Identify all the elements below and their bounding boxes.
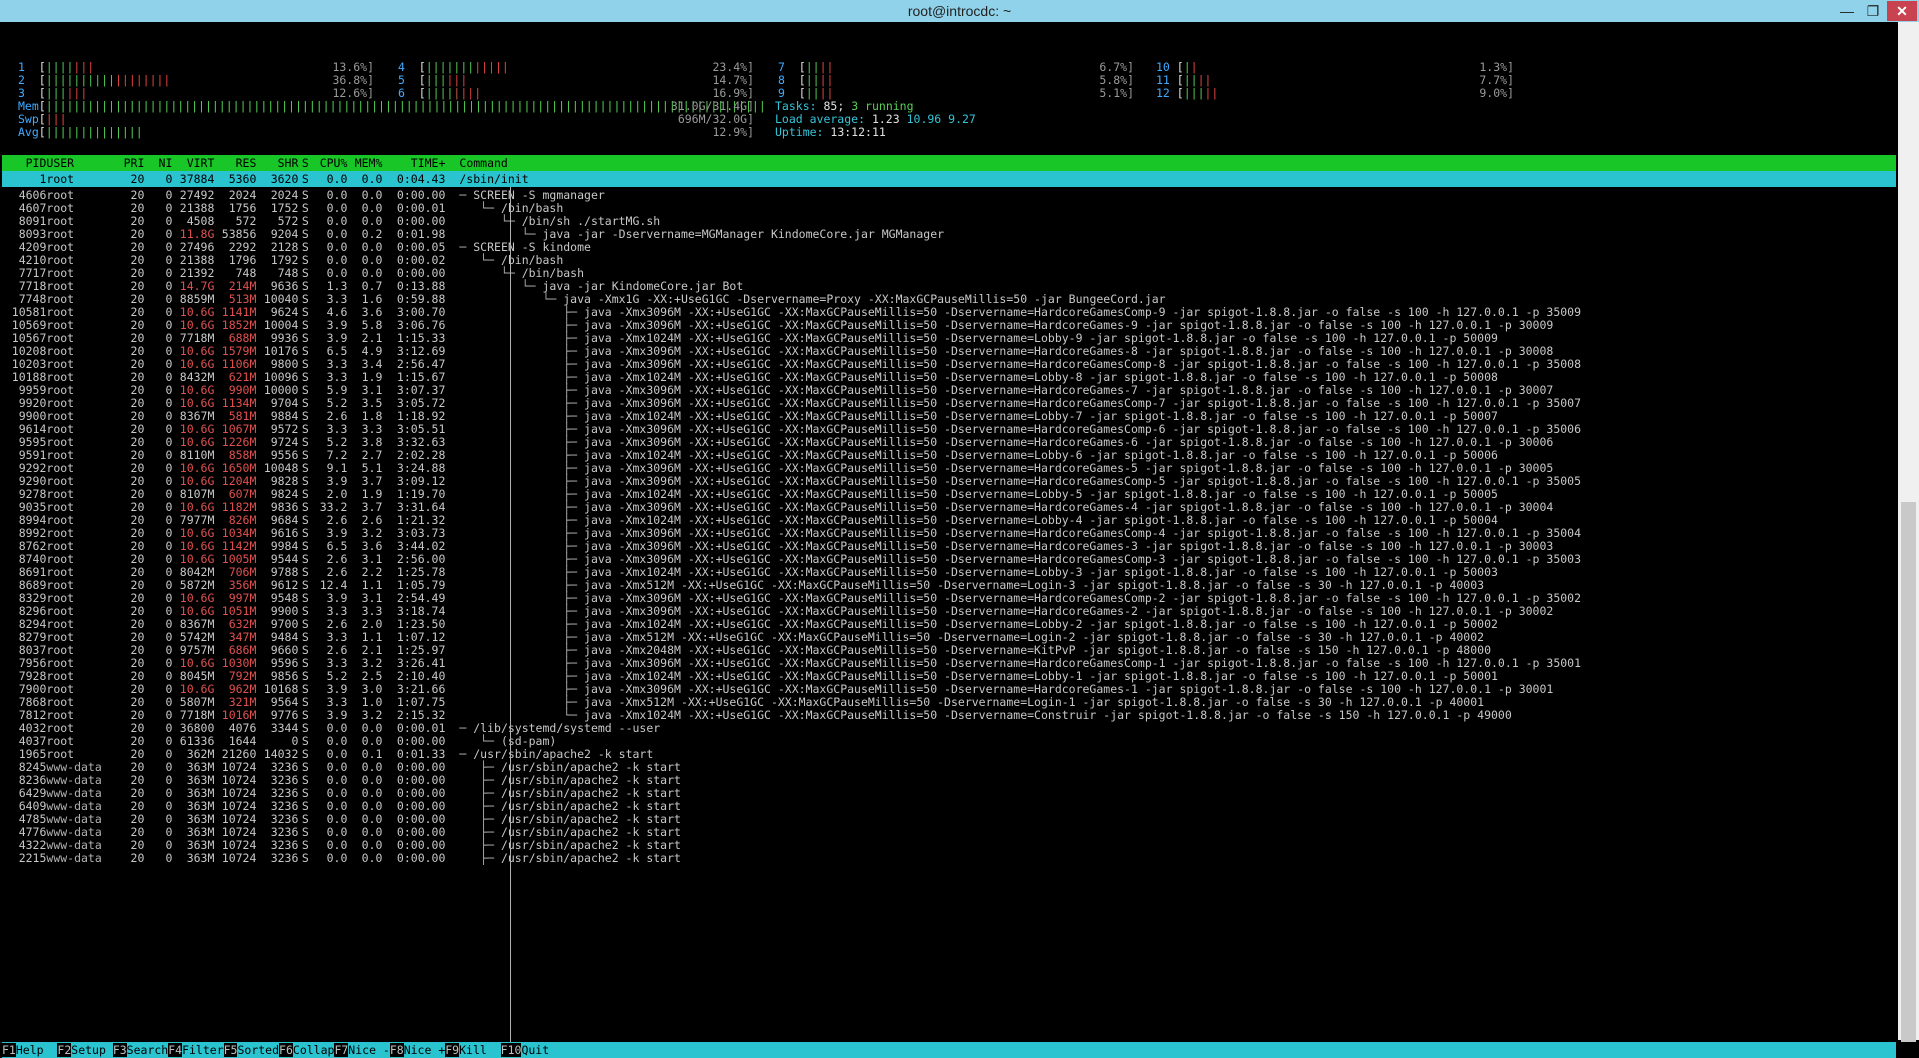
avg-meter: Avg[||||||||||||||: [18, 125, 143, 139]
uptime-info: Uptime: 13:12:11: [775, 124, 886, 140]
col-cpu: CPU%: [319, 156, 348, 170]
col-time: TIME+: [410, 156, 446, 170]
fkey-f5[interactable]: F5: [223, 1043, 238, 1057]
close-button[interactable]: ✕: [1887, 1, 1917, 21]
maximize-button[interactable]: ❐: [1861, 1, 1885, 21]
col-mem: MEM%: [354, 156, 383, 170]
col-pri: PRI: [123, 156, 145, 170]
col-shr: 3620: [270, 172, 299, 186]
fkey-label[interactable]: Sorted: [237, 1043, 279, 1057]
fkey-label[interactable]: Nice -: [348, 1043, 390, 1057]
process-row[interactable]: 2215www-data 20 0 363M 10724 3236 S 0.0 0.0 0:00.…: [2, 850, 1896, 866]
avg-bars: ||||||||||||||: [45, 125, 143, 139]
col-pid: PID: [25, 156, 47, 170]
col-res: 10724: [221, 851, 257, 865]
mem-bars: ||||||||||||||||||||||||||||||||||||||||…: [45, 99, 766, 113]
window-title: root@introcdc: ~: [907, 3, 1012, 19]
fkey-f6[interactable]: F6: [279, 1043, 293, 1057]
col-s: S: [301, 156, 309, 170]
fkey-f7[interactable]: F7: [334, 1043, 349, 1057]
fkey-label[interactable]: Setup: [71, 1043, 113, 1057]
cpu-number: 12: [1156, 86, 1170, 100]
col-shr: 3236: [270, 851, 299, 865]
fkey-label[interactable]: Quit: [521, 1043, 563, 1057]
cpu-percent: 5.1%]: [1099, 86, 1134, 100]
col-command: Command: [459, 156, 508, 170]
tree-branch: ├─: [459, 851, 501, 865]
col-s: S: [301, 851, 309, 865]
fkey-f4[interactable]: F4: [168, 1043, 183, 1057]
fkey-label[interactable]: Nice +: [404, 1043, 446, 1057]
uptime-label: Uptime:: [775, 125, 824, 139]
col-pri: 20: [130, 172, 145, 186]
mem-meter: Mem[||||||||||||||||||||||||||||||||||||…: [18, 99, 766, 113]
col-res: RES: [235, 156, 257, 170]
fkey-f2[interactable]: F2: [57, 1043, 72, 1057]
col-user: www-data: [46, 851, 102, 865]
avg-value: 12.9%]: [712, 125, 754, 139]
fkey-label[interactable]: Kill: [459, 1043, 501, 1057]
selected-process-row[interactable]: 1root 20 0 37884 5360 3620 S 0.0 0.0 0:04.43/sbin…: [2, 171, 1896, 187]
load-5: 10.96: [906, 112, 942, 126]
col-virt: 37884: [179, 172, 215, 186]
col-shr: SHR: [277, 156, 299, 170]
avg-label: Avg: [18, 125, 39, 139]
col-pid: 1: [39, 172, 47, 186]
col-command: /usr/sbin/apache2 -k start: [500, 851, 681, 865]
fkey-f1[interactable]: F1: [2, 1043, 16, 1057]
fkey-label[interactable]: Collap: [293, 1043, 335, 1057]
scrollbar-thumb[interactable]: [1901, 502, 1916, 1042]
minimize-button[interactable]: —: [1835, 1, 1859, 21]
terminal[interactable]: 1 [||||||| 13.6%] 2 [|||||||||||||||||| 36.…: [2, 24, 1896, 1058]
uptime-value: 13:12:11: [830, 125, 886, 139]
fkey-f8[interactable]: F8: [389, 1043, 404, 1057]
col-virt: 363M: [186, 851, 215, 865]
col-time: 0:00.00: [396, 851, 446, 865]
col-ni: NI: [158, 156, 173, 170]
col-cpu: 0.0: [326, 172, 348, 186]
window-titlebar: root@introcdc: ~ — ❐ ✕: [0, 0, 1919, 22]
col-pid: 2215: [18, 851, 47, 865]
col-cpu: 0.0: [326, 851, 348, 865]
col-ni: 0: [165, 172, 173, 186]
cpu-bars: |||||: [1183, 86, 1219, 100]
col-command: /sbin/init: [459, 172, 529, 186]
col-s: S: [301, 172, 309, 186]
fkey-f9[interactable]: F9: [445, 1043, 460, 1057]
fkey-f10[interactable]: F10: [500, 1043, 522, 1057]
col-user: root: [46, 172, 75, 186]
col-res: 5360: [228, 172, 257, 186]
col-mem: 0.0: [361, 172, 383, 186]
col-mem: 0.0: [361, 851, 383, 865]
cpu-percent: 9.0%]: [1479, 86, 1514, 100]
function-key-bar: F1Help F2Setup F3SearchF4FilterF5SortedF…: [2, 1042, 1896, 1058]
col-time: 0:04.43: [396, 172, 446, 186]
fkey-label[interactable]: Help: [16, 1043, 58, 1057]
cpu-meter: 12 [|||||: [1156, 86, 1219, 100]
tree-separator: [510, 187, 511, 1042]
fkey-label[interactable]: Filter: [182, 1043, 224, 1057]
col-ni: 0: [165, 851, 173, 865]
col-pri: 20: [130, 851, 145, 865]
load-15: 9.27: [948, 112, 976, 126]
fkey-f3[interactable]: F3: [112, 1043, 127, 1057]
scrollbar[interactable]: [1898, 22, 1919, 1042]
col-virt: VIRT: [186, 156, 215, 170]
col-user: USER: [46, 156, 75, 170]
fkey-label[interactable]: Search: [127, 1043, 169, 1057]
column-header[interactable]: PIDUSER PRI NI VIRT RES SHR S CPU% MEM% TIME+ Comm…: [2, 155, 1896, 171]
